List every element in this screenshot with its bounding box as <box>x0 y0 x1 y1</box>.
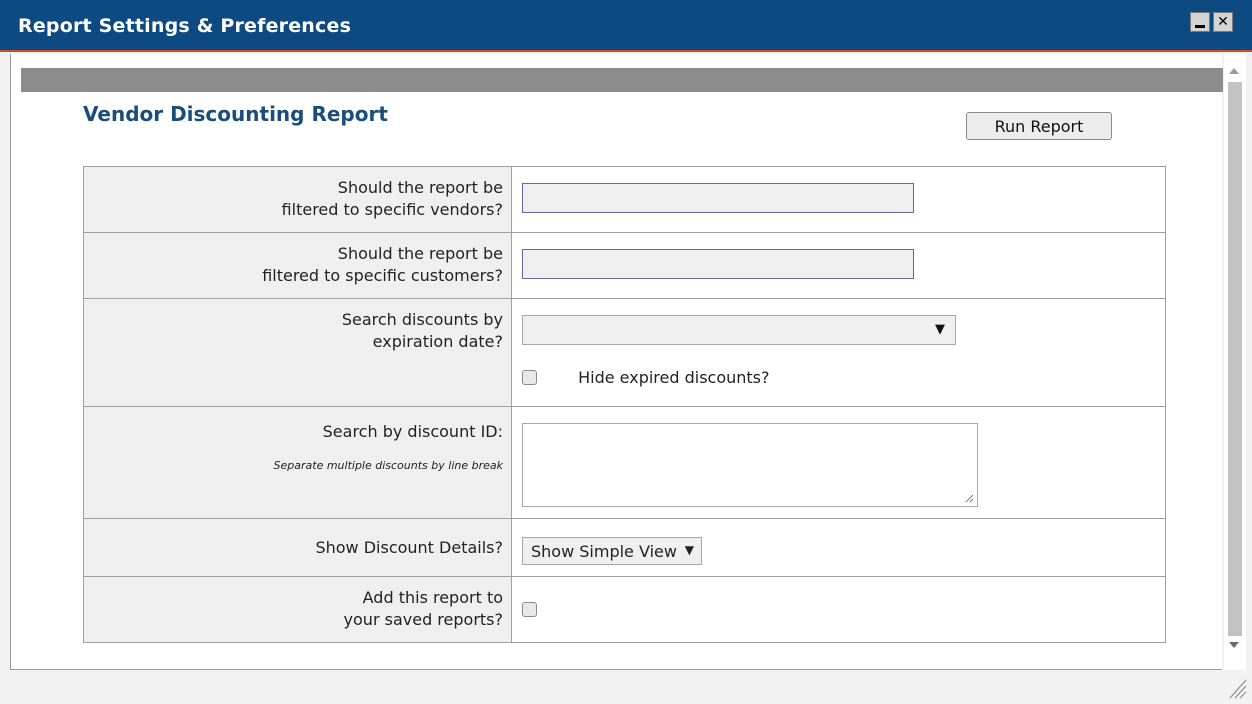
hide-expired-row: Hide expired discounts? <box>522 367 1165 393</box>
window-footer <box>0 670 1252 704</box>
customer-filter-cell <box>511 232 1166 299</box>
window-resize-grip-icon[interactable] <box>1226 676 1248 700</box>
settings-form: Should the report be filtered to specifi… <box>83 166 1166 643</box>
discount-id-note: Separate multiple discounts by line brea… <box>273 459 503 472</box>
dropdown-arrow-icon: ▼ <box>684 543 694 557</box>
discount-id-label: Search by discount ID: <box>322 422 503 441</box>
vertical-scrollbar[interactable] <box>1224 54 1246 670</box>
vendor-filter-label-line2: filtered to specific vendors? <box>281 200 503 219</box>
expiration-label-line2: expiration date? <box>372 332 503 351</box>
expiration-row: Search discounts by expiration date? ▼ H… <box>83 298 1166 407</box>
customer-filter-input[interactable] <box>522 249 914 279</box>
discount-id-cell <box>511 406 1166 519</box>
content-panel: Vendor Discounting Report Run Report Sho… <box>10 54 1223 670</box>
expiration-cell: ▼ Hide expired discounts? <box>511 298 1166 407</box>
customer-filter-label: Should the report be filtered to specifi… <box>83 232 512 299</box>
discount-id-textarea[interactable] <box>522 423 978 507</box>
expiration-label: Search discounts by expiration date? <box>83 298 512 407</box>
customer-filter-label-line1: Should the report be <box>337 244 503 263</box>
save-report-row: Add this report to your saved reports? <box>83 576 1166 643</box>
save-report-checkbox-wrap <box>522 599 1165 618</box>
details-label: Show Discount Details? <box>315 538 503 557</box>
dropdown-arrow-icon: ▼ <box>935 322 945 337</box>
hide-expired-checkbox[interactable] <box>522 370 537 385</box>
vendor-filter-cell <box>511 166 1166 233</box>
discount-id-label-cell: Search by discount ID: Separate multiple… <box>83 406 512 519</box>
report-title: Vendor Discounting Report <box>83 102 388 126</box>
report-settings-window: Report Settings & Preferences ✕ Vendor D… <box>0 0 1252 704</box>
close-button[interactable]: ✕ <box>1213 12 1233 32</box>
vendor-filter-label: Should the report be filtered to specifi… <box>83 166 512 233</box>
discount-id-row: Search by discount ID: Separate multiple… <box>83 406 1166 519</box>
minimize-icon <box>1195 25 1205 28</box>
details-cell: Show Simple View ▼ <box>511 518 1166 577</box>
save-report-cell <box>511 576 1166 643</box>
details-select-value: Show Simple View <box>531 542 677 561</box>
vendor-filter-label-line1: Should the report be <box>337 178 503 197</box>
customer-filter-label-line2: filtered to specific customers? <box>262 266 503 285</box>
save-report-checkbox[interactable] <box>522 602 537 617</box>
hide-expired-label: Hide expired discounts? <box>578 368 770 387</box>
save-report-label: Add this report to your saved reports? <box>83 576 512 643</box>
details-select[interactable]: Show Simple View ▼ <box>522 537 702 565</box>
save-report-label-line1: Add this report to <box>362 588 503 607</box>
expiration-select[interactable]: ▼ <box>522 315 956 345</box>
header-bar <box>21 68 1223 92</box>
run-report-button[interactable]: Run Report <box>966 112 1112 140</box>
scroll-up-arrow-icon[interactable] <box>1229 68 1239 74</box>
resize-grip-icon[interactable] <box>965 494 974 503</box>
vendor-filter-input[interactable] <box>522 183 914 213</box>
save-report-label-line2: your saved reports? <box>343 610 503 629</box>
scrollbar-thumb[interactable] <box>1228 82 1242 636</box>
vendor-filter-row: Should the report be filtered to specifi… <box>83 166 1166 233</box>
details-label-cell: Show Discount Details? <box>83 518 512 577</box>
expiration-label-line1: Search discounts by <box>341 310 503 329</box>
details-row: Show Discount Details? Show Simple View … <box>83 518 1166 577</box>
minimize-button[interactable] <box>1190 12 1210 32</box>
scroll-down-arrow-icon[interactable] <box>1229 642 1239 648</box>
window-titlebar[interactable]: Report Settings & Preferences ✕ <box>0 0 1252 52</box>
window-title: Report Settings & Preferences <box>18 15 352 37</box>
customer-filter-row: Should the report be filtered to specifi… <box>83 232 1166 299</box>
